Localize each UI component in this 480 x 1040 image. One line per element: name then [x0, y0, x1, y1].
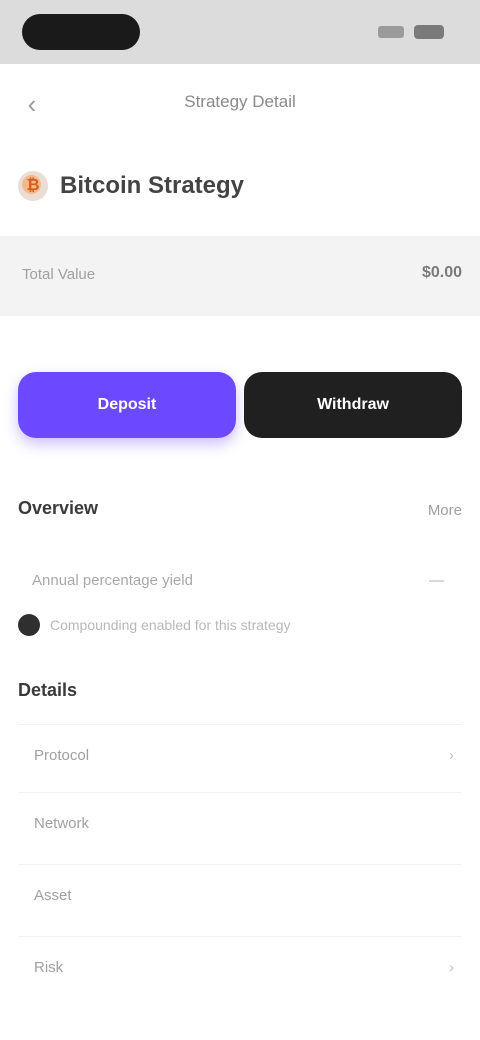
apy-label: Annual percentage yield: [32, 572, 193, 589]
status-bar: [0, 0, 480, 64]
action-buttons: Deposit Withdraw: [18, 372, 462, 438]
apy-value: —: [429, 572, 444, 589]
status-icons: [378, 24, 444, 40]
compounding-row[interactable]: Compounding enabled for this strategy: [18, 612, 462, 638]
asset-name: Bitcoin Strategy: [60, 172, 245, 199]
dynamic-island: [22, 14, 140, 50]
detail-label: Asset: [34, 887, 72, 904]
apy-row: Annual percentage yield —: [32, 572, 462, 600]
detail-item-network[interactable]: Network: [18, 792, 462, 859]
asset-header: ₿ Bitcoin Strategy: [18, 166, 244, 206]
battery-icon: [414, 25, 444, 39]
value-amount: $0.00: [421, 264, 462, 281]
overview-title: Overview: [18, 498, 99, 518]
chevron-right-icon: ›: [449, 747, 454, 764]
detail-item-asset[interactable]: Asset: [18, 864, 462, 931]
value-card: Total Value $0.00: [0, 236, 480, 316]
withdraw-button[interactable]: Withdraw: [244, 372, 462, 438]
overview-header: Overview More: [18, 498, 462, 526]
chevron-right-icon: ›: [449, 959, 454, 976]
details-title: Details: [18, 680, 78, 700]
compounding-text: Compounding enabled for this strategy: [50, 617, 291, 633]
page-title: Strategy Detail: [184, 92, 296, 111]
detail-label: Protocol: [34, 747, 90, 764]
signal-icon: [378, 26, 404, 38]
value-label: Total Value: [22, 266, 96, 283]
radio-icon[interactable]: [18, 614, 40, 636]
overview-more-link[interactable]: More: [428, 502, 462, 519]
navigation-bar: ‹ Strategy Detail: [0, 64, 480, 144]
deposit-button[interactable]: Deposit: [18, 372, 236, 438]
detail-label: Network: [34, 815, 90, 832]
detail-item-protocol[interactable]: Protocol ›: [18, 724, 462, 791]
detail-item-risk[interactable]: Risk ›: [18, 936, 462, 1003]
detail-label: Risk: [34, 959, 64, 976]
coin-icon: ₿: [18, 171, 48, 201]
